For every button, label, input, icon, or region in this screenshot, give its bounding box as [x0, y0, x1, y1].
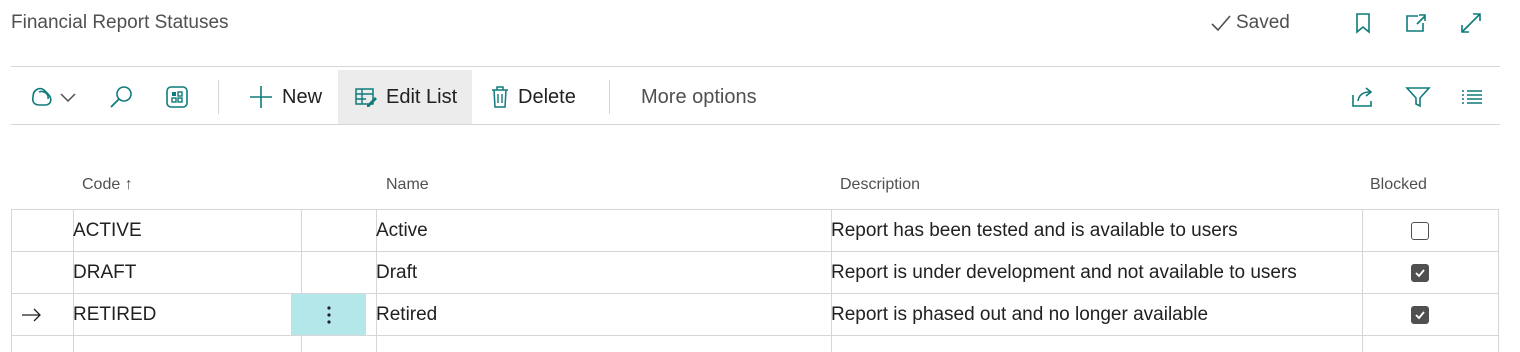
table-row[interactable]: DRAFT Draft Report is under development …: [0, 252, 1488, 294]
page-title: Financial Report Statuses: [11, 12, 229, 33]
arrow-right-icon: [22, 308, 41, 322]
more-options-button[interactable]: More options: [641, 70, 757, 124]
row-actions-button[interactable]: [291, 294, 366, 335]
share-icon[interactable]: [1350, 70, 1376, 124]
list-view-icon[interactable]: [1460, 70, 1484, 124]
code-cell[interactable]: DRAFT: [63, 252, 291, 294]
column-header-name[interactable]: Name: [386, 176, 429, 194]
copilot-menu-button[interactable]: [28, 70, 82, 124]
saved-label: Saved: [1236, 12, 1290, 33]
bookmark-icon[interactable]: [1350, 10, 1376, 36]
filter-icon[interactable]: [1405, 70, 1431, 124]
blocked-cell: [1352, 210, 1487, 252]
new-button-label: New: [282, 85, 323, 108]
column-header-code-label: Code: [82, 176, 121, 193]
checkmark-icon: [1414, 269, 1425, 278]
column-header-code[interactable]: Code ↑: [82, 176, 133, 194]
analysis-mode-icon[interactable]: [164, 70, 190, 124]
trash-icon: [492, 86, 508, 108]
current-row-indicator: [0, 294, 62, 336]
expand-icon[interactable]: [1458, 10, 1484, 36]
new-button[interactable]: New: [248, 70, 322, 124]
saved-status: Saved: [1210, 12, 1290, 34]
edit-list-button[interactable]: Edit List: [338, 70, 472, 124]
table-row[interactable]: ACTIVE Active Report has been tested and…: [0, 210, 1488, 252]
name-cell[interactable]: Draft: [366, 252, 821, 294]
more-options-label: More options: [641, 85, 757, 108]
blocked-checkbox[interactable]: [1410, 222, 1429, 240]
blocked-checkbox[interactable]: [1410, 264, 1429, 282]
toolbar-divider: [609, 80, 610, 114]
grid-line: [1498, 209, 1499, 352]
plus-icon: [250, 86, 272, 108]
blocked-cell: [1352, 294, 1487, 336]
sort-ascending-icon: ↑: [124, 176, 133, 193]
code-cell[interactable]: RETIRED: [63, 294, 291, 336]
divider: [11, 66, 1500, 67]
more-vertical-icon: [326, 305, 331, 324]
checkmark-icon: [1211, 15, 1231, 32]
code-cell[interactable]: ACTIVE: [63, 210, 291, 252]
description-cell[interactable]: Report is under development and not avai…: [821, 252, 1352, 294]
toolbar-divider: [218, 80, 219, 114]
column-header-description[interactable]: Description: [840, 176, 920, 194]
blocked-cell: [1352, 252, 1487, 294]
name-cell[interactable]: Active: [366, 210, 821, 252]
search-icon[interactable]: [108, 70, 136, 124]
column-header-blocked[interactable]: Blocked: [1370, 176, 1427, 194]
open-in-new-window-icon[interactable]: [1403, 10, 1429, 36]
checkmark-icon: [1414, 311, 1425, 320]
divider: [11, 124, 1500, 125]
description-cell[interactable]: Report is phased out and no longer avail…: [821, 294, 1352, 336]
name-cell[interactable]: Retired: [366, 294, 821, 336]
description-cell[interactable]: Report has been tested and is available …: [821, 210, 1352, 252]
edit-list-button-label: Edit List: [386, 85, 458, 108]
delete-button-label: Delete: [518, 85, 576, 108]
delete-button[interactable]: Delete: [490, 70, 576, 124]
blocked-checkbox[interactable]: [1410, 306, 1429, 324]
edit-list-icon: [355, 88, 377, 107]
table-row[interactable]: RETIRED Retired Report is phased out and…: [0, 294, 1488, 336]
